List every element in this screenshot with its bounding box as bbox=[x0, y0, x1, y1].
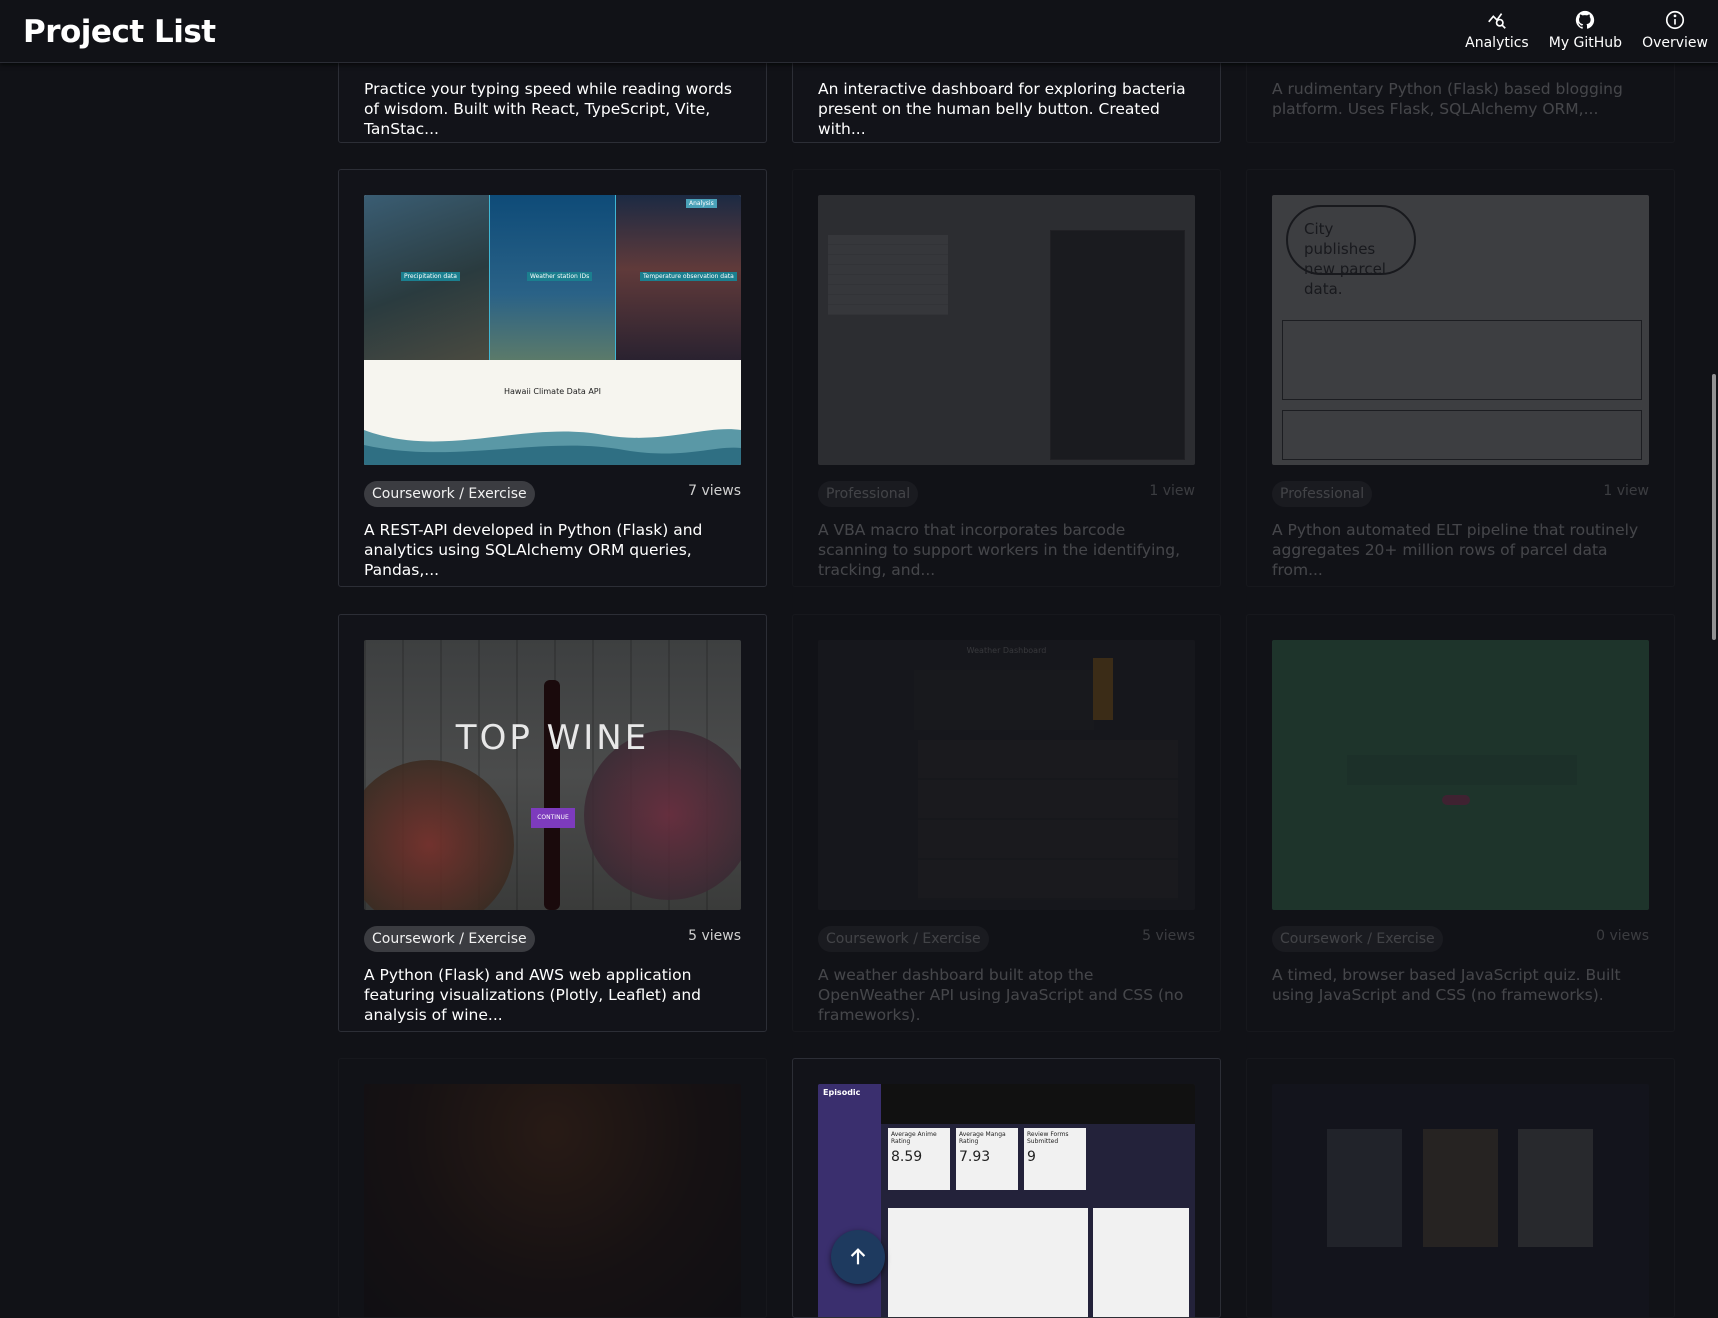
card-description: A Python (Flask) and AWS web application… bbox=[364, 966, 701, 1024]
thumb-metric-label: Average Anime Rating bbox=[891, 1131, 937, 1145]
category-chip: Coursework / Exercise bbox=[818, 926, 989, 952]
nav-github-label: My GitHub bbox=[1548, 35, 1623, 51]
project-thumbnail bbox=[364, 1084, 741, 1317]
project-thumbnail: Weather Dashboard bbox=[818, 640, 1195, 910]
thumb-label: Weather station IDs bbox=[527, 272, 593, 281]
category-chip: Coursework / Exercise bbox=[364, 926, 535, 952]
project-thumbnail bbox=[1272, 640, 1649, 910]
thumb-label: Precipitation data bbox=[401, 272, 460, 281]
thumb-title: City publishes new parcel data. bbox=[1286, 205, 1416, 298]
card-description: A VBA macro that incorporates barcode sc… bbox=[818, 521, 1180, 579]
project-card[interactable]: Professional 1 view A VBA macro that inc… bbox=[792, 169, 1221, 587]
view-count: 1 view bbox=[1149, 483, 1195, 499]
project-card[interactable] bbox=[338, 1058, 767, 1318]
info-icon bbox=[1665, 10, 1685, 30]
scrollbar-thumb[interactable] bbox=[1712, 374, 1716, 640]
project-thumbnail bbox=[1272, 1084, 1649, 1317]
thumb-label: Analysis bbox=[686, 199, 717, 208]
thumb-title: Weather Dashboard bbox=[966, 646, 1047, 655]
card-description: A Python automated ELT pipeline that rou… bbox=[1272, 521, 1639, 579]
card-description: A timed, browser based JavaScript quiz. … bbox=[1272, 966, 1621, 1004]
card-description: A REST-API developed in Python (Flask) a… bbox=[364, 521, 703, 579]
thumb-title: Hawaii Climate Data API bbox=[504, 387, 601, 396]
view-count: 1 view bbox=[1603, 483, 1649, 499]
thumb-label: Temperature observation data bbox=[640, 272, 737, 281]
nav-analytics-label: Analytics bbox=[1465, 35, 1529, 51]
thumb-metric-value: 8.59 bbox=[891, 1149, 923, 1165]
thumb-metric-value: 7.93 bbox=[959, 1149, 991, 1165]
card-description: An interactive dashboard for exploring b… bbox=[818, 80, 1186, 138]
project-card[interactable]: Weather Dashboard Coursework / Exercise … bbox=[792, 614, 1221, 1032]
thumb-metric-label: Review Forms Submitted bbox=[1027, 1131, 1069, 1145]
nav-analytics[interactable]: Analytics bbox=[1455, 8, 1539, 56]
thumb-metric-value: 9 bbox=[1027, 1149, 1036, 1165]
project-card[interactable]: Coursework / Exercise 0 views A timed, b… bbox=[1246, 614, 1675, 1032]
project-card[interactable]: TOP WINE CONTINUE Coursework / Exercise … bbox=[338, 614, 767, 1032]
app-header: Project List Analytics My GitHub Overvie… bbox=[0, 0, 1718, 63]
project-thumbnail: City publishes new parcel data. bbox=[1272, 195, 1649, 465]
thumb-title: Episodic bbox=[823, 1088, 861, 1097]
category-chip: Professional bbox=[1272, 481, 1373, 507]
view-count: 5 views bbox=[688, 928, 741, 944]
view-count: 7 views bbox=[688, 483, 741, 499]
nav-overview[interactable]: Overview bbox=[1632, 8, 1718, 56]
nav-github[interactable]: My GitHub bbox=[1539, 8, 1632, 56]
project-card[interactable]: City publishes new parcel data. Professi… bbox=[1246, 169, 1675, 587]
project-thumbnail bbox=[818, 195, 1195, 465]
github-icon bbox=[1576, 10, 1595, 29]
thumb-continue-button: CONTINUE bbox=[531, 808, 575, 828]
card-description: A weather dashboard built atop the OpenW… bbox=[818, 966, 1184, 1024]
thumb-title: TOP WINE bbox=[455, 718, 650, 758]
view-count: 5 views bbox=[1142, 928, 1195, 944]
card-description: Practice your typing speed while reading… bbox=[364, 80, 732, 138]
category-chip: Professional bbox=[818, 481, 919, 507]
header-nav: Analytics My GitHub Overview bbox=[1455, 8, 1718, 56]
view-count: 0 views bbox=[1596, 928, 1649, 944]
project-thumbnail: TOP WINE CONTINUE bbox=[364, 640, 741, 910]
card-description: A rudimentary Python (Flask) based blogg… bbox=[1272, 80, 1623, 118]
wave-graphic bbox=[364, 429, 741, 465]
category-chip: Coursework / Exercise bbox=[364, 481, 535, 507]
page-title: Project List bbox=[23, 14, 216, 50]
scroll-to-top-button[interactable] bbox=[831, 1230, 885, 1284]
category-chip: Coursework / Exercise bbox=[1272, 926, 1443, 952]
thumb-metric-label: Average Manga Rating bbox=[959, 1131, 1006, 1145]
project-card[interactable] bbox=[1246, 1058, 1675, 1318]
project-thumbnail: Precipitation data Weather station IDs T… bbox=[364, 195, 741, 465]
nav-overview-label: Overview bbox=[1642, 35, 1708, 51]
analytics-icon bbox=[1488, 13, 1506, 29]
arrow-up-icon bbox=[850, 1248, 866, 1265]
project-thumbnail: Episodic Average Anime Rating 8.59 Avera… bbox=[818, 1084, 1195, 1317]
project-card[interactable]: Precipitation data Weather station IDs T… bbox=[338, 169, 767, 587]
